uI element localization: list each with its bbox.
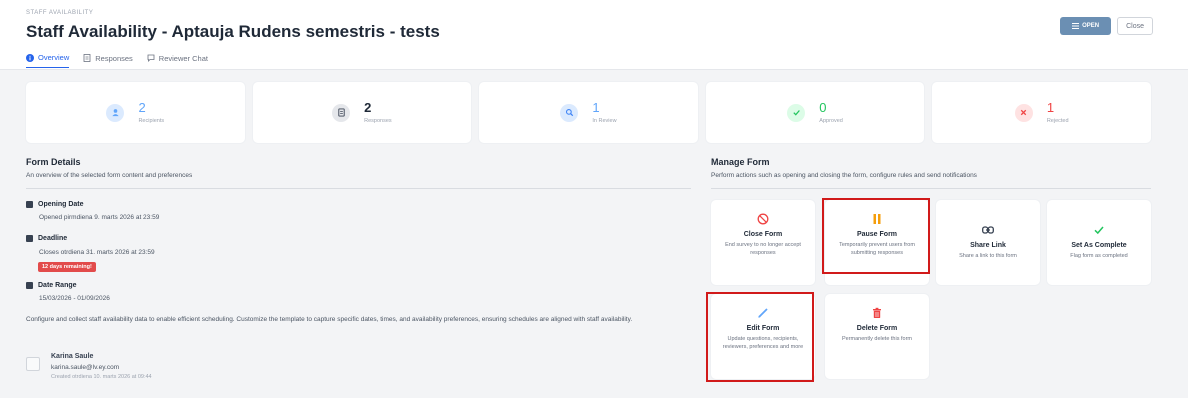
tab-responses[interactable]: Responses <box>83 53 133 68</box>
stat-label: Responses <box>364 118 392 124</box>
delete-form-card[interactable]: Delete Form Permanently delete this form <box>825 294 929 379</box>
check-icon <box>1093 224 1105 236</box>
stat-approved[interactable]: 0 Approved <box>705 82 925 143</box>
stat-label: In Review <box>592 118 617 124</box>
stat-label: Approved <box>819 118 843 124</box>
tab-overview[interactable]: Overview <box>26 53 70 68</box>
calendar-icon <box>26 235 33 242</box>
link-icon <box>982 224 994 236</box>
stat-in-review[interactable]: 1 In Review <box>479 82 698 143</box>
ban-icon <box>757 213 769 225</box>
deadline-label: Deadline <box>26 235 67 242</box>
open-status-label: OPEN <box>1082 23 1100 29</box>
tab-label: Reviewer Chat <box>158 53 208 63</box>
date-range-text: Date Range <box>38 282 77 289</box>
close-form-card[interactable]: Close Form End survey to no longer accep… <box>711 200 815 285</box>
info-icon <box>26 53 34 62</box>
close-button[interactable]: Close <box>1117 17 1153 35</box>
stat-value: 1 <box>1046 100 1055 115</box>
page-header: STAFF AVAILABILITY Staff Availability - … <box>0 0 1188 70</box>
form-description: Configure and collect staff availability… <box>26 316 633 323</box>
tab-bar: Overview Responses Reviewer Chat <box>26 53 208 68</box>
calendar-icon <box>26 282 33 289</box>
check-icon <box>787 103 806 122</box>
list-icon <box>1072 23 1080 29</box>
deadline-value: Closes otrdiena 31. marts 2026 at 23:59 <box>39 249 155 256</box>
manage-form-subheading: Perform actions such as opening and clos… <box>711 172 977 179</box>
tab-reviewer-chat[interactable]: Reviewer Chat <box>147 53 208 68</box>
form-details-subheading: An overview of the selected form content… <box>26 172 193 179</box>
stat-label: Recipients <box>138 118 165 124</box>
card-desc: End survey to no longer accept responses <box>725 242 801 256</box>
stat-value: 2 <box>364 100 372 115</box>
page-eyebrow: STAFF AVAILABILITY <box>26 10 94 16</box>
stat-rejected[interactable]: 1 Rejected <box>932 82 1151 143</box>
avatar <box>26 357 40 371</box>
opening-date-label: Opening Date <box>26 201 84 208</box>
tab-label: Overview <box>38 53 70 62</box>
form-details-heading: Form Details <box>26 157 81 167</box>
owner-email: karina.saule@lv.ey.com <box>51 364 120 371</box>
stat-label: Rejected <box>1046 118 1069 124</box>
card-desc: Flag form as completed <box>1070 253 1128 259</box>
divider <box>26 188 691 189</box>
page-title: Staff Availability - Aptauja Rudens seme… <box>26 22 440 41</box>
opening-date-text: Opening Date <box>38 201 84 208</box>
stat-recipients[interactable]: 2 Recipients <box>26 82 245 143</box>
manage-form-heading: Manage Form <box>711 157 770 167</box>
stat-value: 0 <box>819 100 827 115</box>
card-title: Share Link <box>970 242 1006 249</box>
share-link-card[interactable]: Share Link Share a link to this form <box>936 200 1040 285</box>
search-icon <box>560 103 579 122</box>
document-icon <box>83 54 91 62</box>
chat-icon <box>147 54 155 62</box>
card-title: Delete Form <box>856 325 898 332</box>
stat-value: 2 <box>138 100 146 115</box>
card-desc: Permanently delete this form <box>841 336 912 342</box>
owner-name: Karina Saule <box>51 353 94 360</box>
card-desc: Share a link to this form <box>959 253 1017 259</box>
card-title: Close Form <box>743 231 783 238</box>
user-icon <box>106 103 125 122</box>
date-range-value: 15/03/2026 - 01/09/2026 <box>39 295 110 302</box>
stat-value: 1 <box>592 100 600 115</box>
tab-label: Responses <box>95 53 133 63</box>
header-actions: OPEN Close <box>1060 17 1153 35</box>
calendar-icon <box>26 201 33 208</box>
card-title: Set As Complete <box>1071 242 1127 249</box>
divider <box>711 188 1151 189</box>
owner-created: Created otrdiena 10. marts 2026 at 09:44 <box>51 374 152 380</box>
highlight-frame-edit <box>706 292 814 382</box>
deadline-text: Deadline <box>38 235 68 242</box>
document-icon <box>332 103 351 122</box>
trash-icon <box>871 307 883 319</box>
stats-row: 2 Recipients 2 Responses 1 In Review 0 A… <box>26 82 1151 143</box>
open-status-button[interactable]: OPEN <box>1060 17 1112 35</box>
set-complete-card[interactable]: Set As Complete Flag form as completed <box>1047 200 1151 285</box>
opening-date-value: Opened pirmdiena 9. marts 2026 at 23:59 <box>39 214 160 221</box>
highlight-frame-pause <box>822 198 930 274</box>
x-icon <box>1014 103 1033 122</box>
days-remaining-badge: 12 days remaining! <box>38 262 96 272</box>
stat-responses[interactable]: 2 Responses <box>252 82 472 143</box>
date-range-label: Date Range <box>26 282 77 289</box>
